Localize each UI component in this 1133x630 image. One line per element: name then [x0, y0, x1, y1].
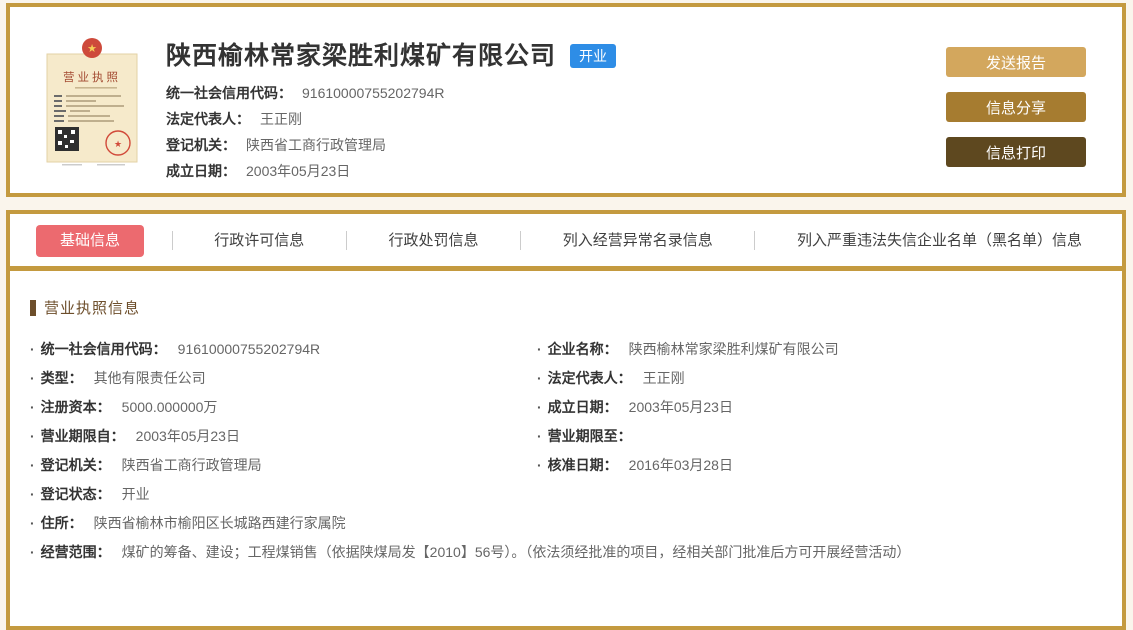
tab-divider [171, 231, 173, 250]
tab-blacklist[interactable]: 列入严重违法失信企业名单（黑名单）信息 [783, 225, 1096, 257]
status-badge: 开业 [570, 44, 617, 68]
bullet: · [537, 456, 542, 473]
tab-administrative-license[interactable]: 行政许可信息 [200, 225, 318, 257]
qr-code-icon [55, 127, 79, 151]
print-info-button[interactable]: 信息打印 [946, 137, 1086, 167]
detail-business-scope: · 经营范围： 煤矿的筹备、建设；工程煤销售（依据陕煤局发【2010】56号）。（依… [30, 543, 911, 560]
company-name-title: 陕西榆林常家梁胜利煤矿有限公司 [166, 42, 557, 70]
detail-registration-status: · 登记状态： 开业 [30, 485, 150, 502]
header-field-establish-date: 成立日期： 2003年05月23日 [166, 163, 351, 179]
bullet: · [537, 369, 542, 386]
detail-legal-representative: · 法定代表人： 王正刚 [537, 369, 685, 386]
detail-term-to: · 营业期限至： [537, 427, 632, 444]
tab-divider [754, 231, 756, 250]
license-detail-grid: · 统一社会信用代码： 91610000755202794R · 企业名称： 陕西榆林常… [30, 334, 1102, 566]
section-title-business-license: 营业执照信息 [30, 297, 1102, 318]
header-field-legal-representative: 法定代表人： 王正刚 [166, 111, 302, 127]
bullet: · [30, 456, 35, 473]
business-license-image: ★ 营业执照 ★ [42, 37, 142, 169]
detail-panel: 基础信息 行政许可信息 行政处罚信息 列入经营异常名录信息 列入严重违法失信企业… [6, 210, 1126, 630]
header-field-credit-code: 统一社会信用代码： 91610000755202794R [166, 85, 445, 101]
tab-divider [345, 231, 347, 250]
share-info-button[interactable]: 信息分享 [946, 92, 1086, 122]
bullet: · [30, 340, 35, 357]
section-title-bar [30, 299, 36, 316]
detail-address: · 住所： 陕西省榆林市榆阳区长城路西建行家属院 [30, 514, 346, 531]
detail-credit-code: · 统一社会信用代码： 91610000755202794R [30, 340, 321, 357]
tab-divider [520, 231, 522, 250]
detail-term-from: · 营业期限自： 2003年05月23日 [30, 427, 240, 444]
bullet: · [537, 427, 542, 444]
svg-text:★: ★ [114, 139, 122, 149]
bullet: · [30, 543, 35, 560]
bullet: · [30, 369, 35, 386]
detail-registration-authority: · 登记机关： 陕西省工商行政管理局 [30, 456, 262, 473]
send-report-button[interactable]: 发送报告 [946, 47, 1086, 77]
business-license-thumbnail: ★ 营业执照 ★ [42, 37, 142, 169]
detail-company-name: · 企业名称： 陕西榆林常家梁胜利煤矿有限公司 [537, 340, 839, 357]
detail-establish-date: · 成立日期： 2003年05月23日 [537, 398, 733, 415]
tab-administrative-penalty[interactable]: 行政处罚信息 [374, 225, 492, 257]
bullet: · [30, 398, 35, 415]
header-field-registration-authority: 登记机关： 陕西省工商行政管理局 [166, 137, 386, 153]
tab-bar: 基础信息 行政许可信息 行政处罚信息 列入经营异常名录信息 列入严重违法失信企业… [10, 214, 1122, 266]
license-title-text: 营业执照 [63, 70, 121, 84]
bullet: · [537, 340, 542, 357]
detail-registered-capital: · 注册资本： 5000.000000万 [30, 398, 218, 415]
detail-empty-cell [537, 479, 1102, 508]
bullet: · [30, 485, 35, 502]
emblem-star-icon: ★ [87, 43, 97, 55]
tab-basic-info[interactable]: 基础信息 [36, 224, 145, 257]
tab-abnormal-operation-list[interactable]: 列入经营异常名录信息 [549, 225, 727, 257]
bullet: · [30, 514, 35, 531]
detail-approval-date: · 核准日期： 2016年03月28日 [537, 456, 733, 473]
detail-company-type: · 类型： 其他有限责任公司 [30, 369, 206, 386]
company-header-panel: ★ 营业执照 ★ 陕西榆林常家梁胜利煤矿有限公司 开业 统一社会信用代码： 91… [6, 3, 1126, 197]
bullet: · [537, 398, 542, 415]
bullet: · [30, 427, 35, 444]
